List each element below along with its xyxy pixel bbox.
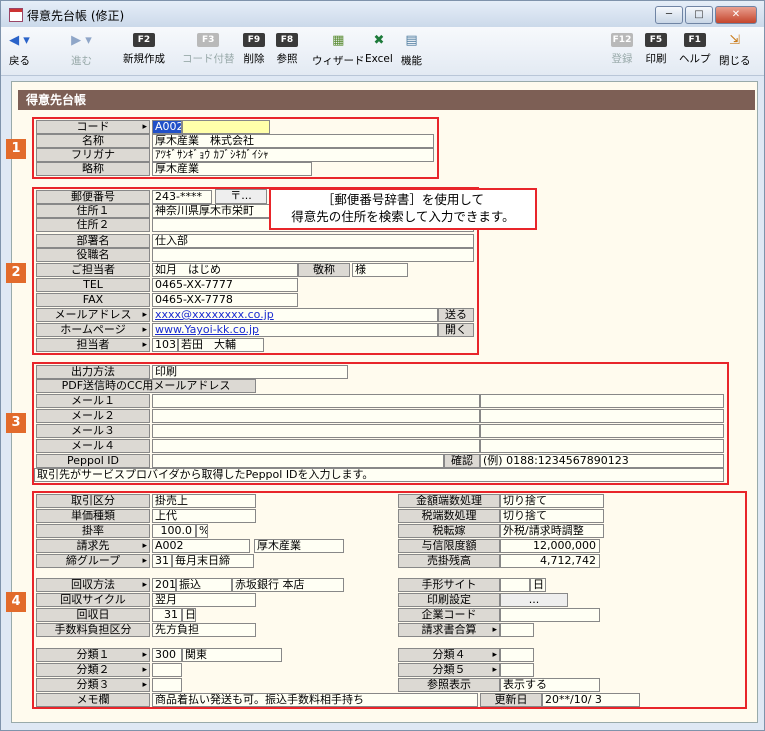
new-button[interactable]: F2 新規作成 (123, 33, 165, 66)
excel-icon: ✖ (373, 33, 385, 48)
window-title: 得意先台帳 (修正) (27, 9, 125, 23)
section-badge-2: 2 (6, 263, 26, 283)
zip-dictionary-tooltip: ［郵便番号辞書］を使用して 得意先の住所を検索して入力できます。 (269, 188, 537, 230)
register-button[interactable]: F12 登録 (611, 33, 633, 66)
section-badge-1: 1 (6, 139, 26, 159)
forward-button[interactable]: ▶ ▾ 進む (71, 33, 92, 68)
print-button[interactable]: F5 印刷 (645, 33, 667, 66)
forward-arrow-icon: ▶ ▾ (71, 33, 92, 48)
function-icon: ▤ (405, 33, 418, 48)
help-button[interactable]: F1 ヘルプ (679, 33, 711, 66)
title-bar: 得意先台帳 (修正) ─ □ ✕ (1, 1, 764, 27)
close-window-button[interactable]: ✕ (715, 6, 757, 24)
exit-door-icon: ⇲ (729, 33, 741, 48)
tooltip-line-2: 得意先の住所を検索して入力できます。 (291, 209, 515, 224)
excel-button[interactable]: ✖ Excel (365, 33, 393, 65)
minimize-button[interactable]: ─ (655, 6, 683, 24)
back-button[interactable]: ◀ ▾ 戻る (9, 33, 30, 68)
wizard-button[interactable]: ▦ ウィザード (312, 33, 365, 68)
section-1-highlight (32, 117, 439, 179)
application-window: 得意先台帳 (修正) ─ □ ✕ ◀ ▾ 戻る ▶ ▾ 進む F2 新規作成 F3 コー… (0, 0, 765, 731)
reference-button[interactable]: F8 参照 (276, 33, 298, 66)
delete-button[interactable]: F9 削除 (243, 33, 265, 66)
back-arrow-icon: ◀ ▾ (9, 33, 30, 48)
section-4-highlight (32, 491, 747, 709)
close-button[interactable]: ⇲ 閉じる (719, 33, 751, 68)
section-3-highlight (32, 362, 729, 485)
maximize-button[interactable]: □ (685, 6, 713, 24)
section-title: 得意先台帳 (18, 90, 755, 110)
ledger-app-icon (9, 8, 23, 22)
tooltip-line-1: ［郵便番号辞書］を使用して (321, 192, 485, 207)
code-change-button[interactable]: F3 コード付替 (182, 33, 235, 66)
wizard-icon: ▦ (332, 33, 345, 48)
section-badge-4: 4 (6, 592, 26, 612)
section-badge-3: 3 (6, 413, 26, 433)
toolbar: ◀ ▾ 戻る ▶ ▾ 進む F2 新規作成 F3 コード付替 F9 削除 F8 参照 ▦ ウィ… (1, 27, 764, 76)
function-button[interactable]: ▤ 機能 (401, 33, 422, 68)
